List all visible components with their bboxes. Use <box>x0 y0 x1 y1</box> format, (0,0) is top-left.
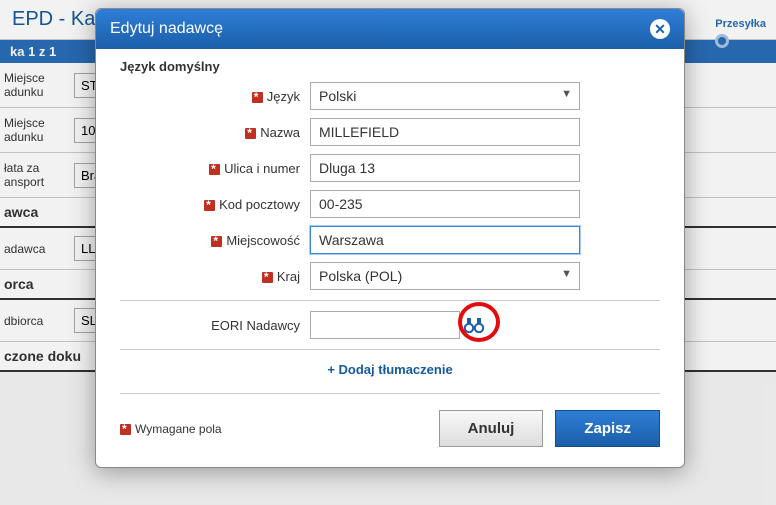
street-field[interactable] <box>310 154 580 182</box>
label-city: Miejscowość <box>120 233 310 248</box>
required-icon <box>252 92 263 103</box>
edit-sender-modal: Edytuj nadawcę ✕ Język domyślny Język Na… <box>95 8 685 468</box>
name-field[interactable] <box>310 118 580 146</box>
group-title: Język domyślny <box>120 59 660 74</box>
required-icon <box>120 424 131 435</box>
country-select[interactable] <box>310 262 580 290</box>
required-icon <box>204 200 215 211</box>
eori-field[interactable] <box>310 311 460 339</box>
label-name: Nazwa <box>120 125 310 140</box>
cancel-button[interactable]: Anuluj <box>439 410 544 447</box>
label-eori: EORI Nadawcy <box>120 318 310 333</box>
close-icon[interactable]: ✕ <box>650 19 670 39</box>
label-language: Język <box>120 89 310 104</box>
label-country: Kraj <box>120 269 310 284</box>
required-icon <box>262 272 273 283</box>
divider <box>120 393 660 394</box>
city-field[interactable] <box>310 226 580 254</box>
modal-header: Edytuj nadawcę ✕ <box>96 9 684 49</box>
modal-title: Edytuj nadawcę <box>110 20 223 38</box>
required-icon <box>209 164 220 175</box>
postcode-field[interactable] <box>310 190 580 218</box>
required-note: Wymagane pola <box>120 422 222 436</box>
divider <box>120 300 660 301</box>
binoculars-icon[interactable] <box>460 313 488 337</box>
add-translation-link[interactable]: + Dodaj tłumaczenie <box>120 360 660 383</box>
divider <box>120 349 660 350</box>
required-icon <box>211 236 222 247</box>
language-select[interactable] <box>310 82 580 110</box>
required-icon <box>245 128 256 139</box>
save-button[interactable]: Zapisz <box>555 410 660 447</box>
label-street: Ulica i numer <box>120 161 310 176</box>
label-postcode: Kod pocztowy <box>120 197 310 212</box>
